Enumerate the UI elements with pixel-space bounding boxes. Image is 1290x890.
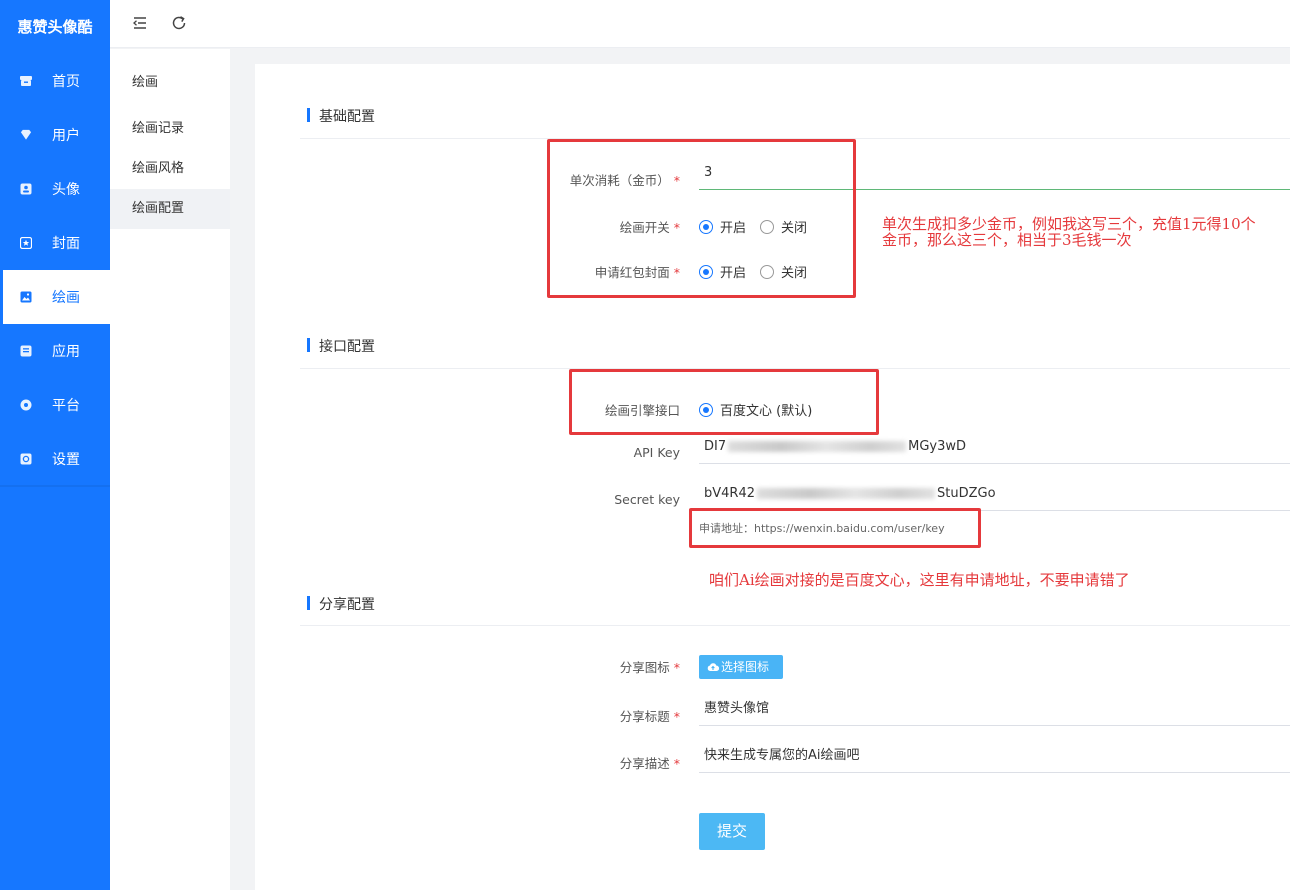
annotation-note-line: 金币，那么这三个，相当于3毛钱一次 [882, 231, 1132, 249]
subnav-title: 绘画 [132, 75, 159, 90]
app-icon [20, 345, 32, 357]
menu-collapse-icon[interactable] [131, 14, 149, 32]
nav-item-apps[interactable]: 应用 [0, 324, 110, 378]
nav-item-platform[interactable]: 平台 [0, 378, 110, 432]
annotation-box-basic [547, 139, 856, 298]
nav-item-avatar[interactable]: 头像 [0, 162, 110, 216]
blurred-text [728, 441, 907, 452]
top-bar [110, 0, 1290, 48]
blurred-text [757, 488, 935, 499]
section-divider [300, 625, 1290, 626]
nav-item-drawing[interactable]: 绘画 [3, 270, 110, 324]
share-desc-label: 分享描述 * [620, 753, 680, 772]
annotation-note-engine: 咱们Ai绘画对接的是百度文心，这里有申请地址，不要申请错了 [709, 571, 1130, 589]
api-key-suffix: MGy3wD [908, 439, 967, 454]
share-icon-label: 分享图标 * [620, 657, 680, 676]
share-desc-label-text: 分享描述 [619, 756, 670, 771]
required-mark: * [673, 660, 680, 675]
nav-item-cover[interactable]: 封面 [0, 216, 110, 270]
user-card-icon [20, 183, 32, 195]
section-title-api: 接口配置 [307, 336, 375, 356]
nav-list: 首页 用户 头像 封面 绘画 应用 平台 设置 [0, 54, 110, 486]
subnav-item-styles[interactable]: 绘画风格 [110, 149, 230, 189]
secret-key-suffix: StuDZGo [937, 486, 996, 501]
share-title-label-text: 分享标题 [619, 709, 670, 724]
subnav-item-config[interactable]: 绘画配置 [110, 189, 230, 229]
api-key-label: API Key [633, 445, 680, 460]
share-title-input[interactable]: 惠赞头像馆 [699, 696, 1290, 726]
archive-icon [20, 75, 32, 87]
submit-button[interactable]: 提交 [699, 813, 765, 850]
cloud-upload-icon [707, 663, 720, 671]
share-icon-label-text: 分享图标 [619, 660, 670, 675]
required-mark: * [673, 709, 680, 724]
nav-divider [0, 485, 110, 487]
annotation-box-url [689, 508, 981, 548]
refresh-icon[interactable] [170, 14, 188, 32]
heart-icon [20, 129, 32, 141]
share-title-label: 分享标题 * [620, 706, 680, 725]
api-key-input[interactable]: DI7 MGy3wD [699, 434, 1290, 464]
nav-item-settings[interactable]: 设置 [0, 432, 110, 486]
nav-label: 头像 [52, 182, 80, 198]
nav-label: 平台 [52, 398, 80, 414]
nav-label: 首页 [52, 74, 80, 90]
annotation-note-cost: 单次生成扣多少金币，例如我这写三个，充值1元得10个 金币，那么这三个，相当于3… [882, 216, 1256, 248]
nav-label: 用户 [52, 128, 80, 144]
nav-label: 绘画 [52, 290, 80, 306]
circle-icon [20, 399, 32, 411]
section-title-basic: 基础配置 [307, 106, 375, 126]
select-icon-button-label: 选择图标 [721, 660, 770, 674]
brand-title: 惠赞头像酷 [17, 18, 93, 36]
secret-key-input[interactable]: bV4R42 StuDZGo [699, 481, 1290, 511]
nav-item-users[interactable]: 用户 [0, 108, 110, 162]
annotation-box-engine [569, 369, 879, 435]
secret-key-prefix: bV4R42 [704, 486, 755, 501]
section-title-share: 分享配置 [307, 594, 375, 614]
image-icon [20, 291, 32, 303]
nav-label: 设置 [52, 452, 80, 468]
share-desc-input[interactable]: 快来生成专属您的Ai绘画吧 [699, 743, 1290, 773]
required-mark: * [673, 756, 680, 771]
sub-nav: 绘画 绘画记录 绘画风格 绘画配置 [110, 49, 230, 890]
star-icon [20, 237, 32, 249]
gear-icon [20, 453, 32, 465]
api-key-prefix: DI7 [704, 439, 727, 454]
subnav-item-records[interactable]: 绘画记录 [110, 109, 230, 149]
nav-label: 封面 [52, 236, 80, 252]
annotation-note-line: 单次生成扣多少金币，例如我这写三个，充值1元得10个 [882, 215, 1256, 233]
nav-label: 应用 [52, 344, 80, 360]
select-icon-button[interactable]: 选择图标 [699, 655, 783, 679]
main-nav: 惠赞头像酷 首页 用户 头像 封面 绘画 应用 平台 设置 [0, 0, 110, 890]
secret-key-label: Secret key [614, 492, 680, 507]
nav-item-home[interactable]: 首页 [0, 54, 110, 108]
